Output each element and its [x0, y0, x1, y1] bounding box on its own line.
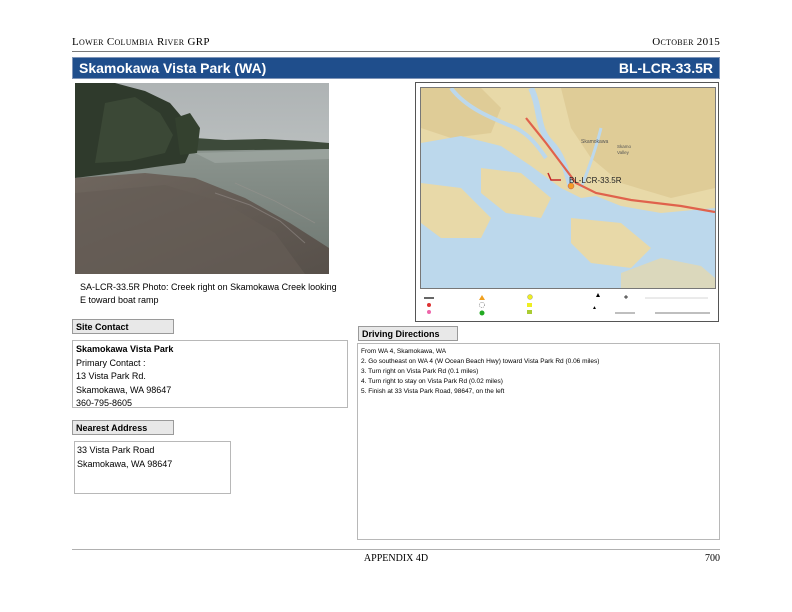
map-image: Skamokawa Skamo Valley BL-LCR-33.5R [420, 87, 716, 289]
contact-line-street: 13 Vista Park Rd. [76, 371, 146, 381]
header-document-title: Lower Columbia River GRP [72, 36, 210, 48]
header-date: October 2015 [652, 36, 720, 48]
footer-appendix: APPENDIX 4D [363, 553, 429, 564]
driving-directions-box: From WA 4, Skamokawa, WA 2. Go southeast… [357, 343, 720, 540]
svg-text:Skamokawa: Skamokawa [581, 139, 608, 145]
svg-text:Valley: Valley [617, 150, 630, 155]
contact-line-city: Skamokawa, WA 98647 [76, 384, 172, 395]
header-divider [72, 51, 720, 52]
address-line-city: Skamokawa, WA 98647 [77, 458, 173, 469]
photo-caption-line-2: E toward boat ramp [80, 295, 159, 305]
address-line-street: 33 Vista Park Road [77, 445, 155, 455]
photo-caption: SA-LCR-33.5R Photo: Creek right on Skamo… [80, 281, 338, 307]
contact-line-organization: Skamokawa Vista Park [76, 344, 174, 354]
footer-page-number: 700 [705, 553, 720, 564]
site-map: Skamokawa Skamo Valley BL-LCR-33.5R ▲ [415, 82, 719, 322]
svg-text:▲: ▲ [592, 305, 597, 311]
direction-step: 5. Finish at 33 Vista Park Road, 98647, … [361, 388, 505, 395]
driving-directions-heading: Driving Directions [358, 326, 458, 341]
map-legend: ▲ [420, 289, 714, 319]
contact-line-phone: 360-795-8605 [76, 398, 133, 408]
svg-text:Skamo: Skamo [617, 144, 632, 149]
nearest-address-heading: Nearest Address [72, 420, 174, 435]
map-site-label: BL-LCR-33.5R [569, 176, 622, 185]
direction-step: From WA 4, Skamokawa, WA [361, 348, 447, 355]
site-name: Skamokawa Vista Park (WA) [79, 60, 267, 76]
direction-step: 2. Go southeast on WA 4 (W Ocean Beach H… [361, 358, 600, 365]
photo-caption-line-1: SA-LCR-33.5R Photo: Creek right on Skamo… [80, 282, 337, 292]
site-photo-image [75, 83, 329, 274]
site-contact-details: Skamokawa Vista Park Primary Contact : 1… [76, 343, 173, 411]
driving-directions-steps: From WA 4, Skamokawa, WA 2. Go southeast… [361, 347, 599, 397]
direction-step: 3. Turn right on Vista Park Rd (0.1 mile… [361, 368, 479, 375]
site-id: BL-LCR-33.5R [618, 60, 713, 76]
contact-line-primary: Primary Contact : [76, 357, 146, 368]
nearest-address-box: 33 Vista Park Road Skamokawa, WA 98647 [74, 441, 231, 494]
site-photo [75, 83, 329, 274]
nearest-address-details: 33 Vista Park Road Skamokawa, WA 98647 [77, 444, 172, 471]
site-title-bar: Skamokawa Vista Park (WA) BL-LCR-33.5R [72, 57, 720, 79]
site-contact-box: Skamokawa Vista Park Primary Contact : 1… [72, 340, 348, 408]
site-contact-heading: Site Contact [72, 319, 174, 334]
footer-divider [72, 549, 720, 550]
direction-step: 4. Turn right to stay on Vista Park Rd (… [361, 378, 503, 385]
